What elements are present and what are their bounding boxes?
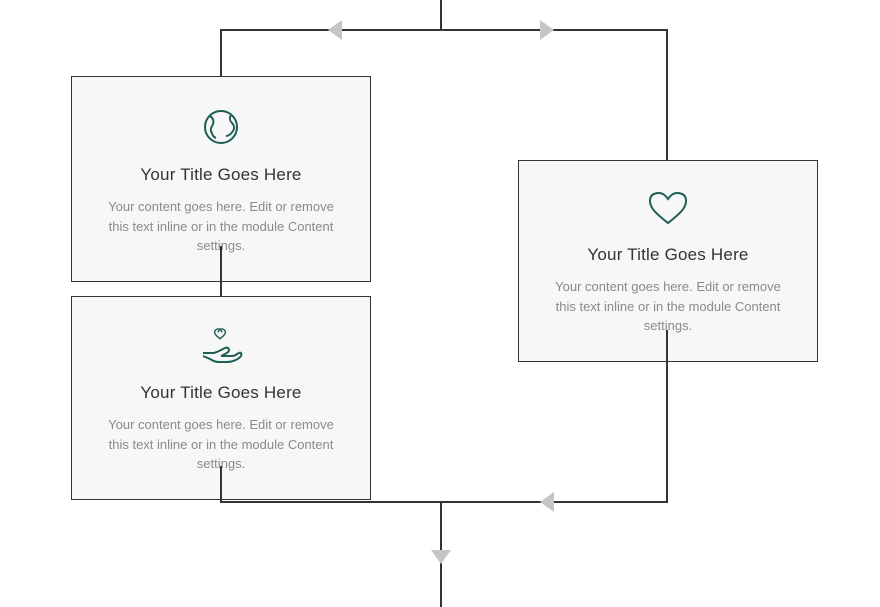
connector-left-horizontal [220,501,442,503]
globe-icon [92,107,350,147]
card-title: Your Title Goes Here [92,165,350,185]
heart-icon [539,191,797,227]
card-content: Your content goes here. Edit or remove t… [92,415,350,474]
card-heart: Your Title Goes Here Your content goes h… [518,160,818,362]
connector-left-bottom [220,466,222,503]
connector-right-horizontal [440,501,668,503]
arrow-left-icon [328,20,342,40]
card-title: Your Title Goes Here [92,383,350,403]
card-title: Your Title Goes Here [539,245,797,265]
arrow-down-icon [431,550,451,564]
connector-top-horizontal [220,29,668,31]
connector-right-top [666,29,668,160]
connector-right-bottom [666,330,668,502]
card-content: Your content goes here. Edit or remove t… [539,277,797,336]
hand-heart-icon [92,327,350,365]
connector-left-top [220,29,222,76]
connector-left-mid [220,246,222,296]
arrow-merge-left-icon [540,492,554,512]
arrow-right-icon [540,20,554,40]
connector-top-stub [440,0,442,30]
